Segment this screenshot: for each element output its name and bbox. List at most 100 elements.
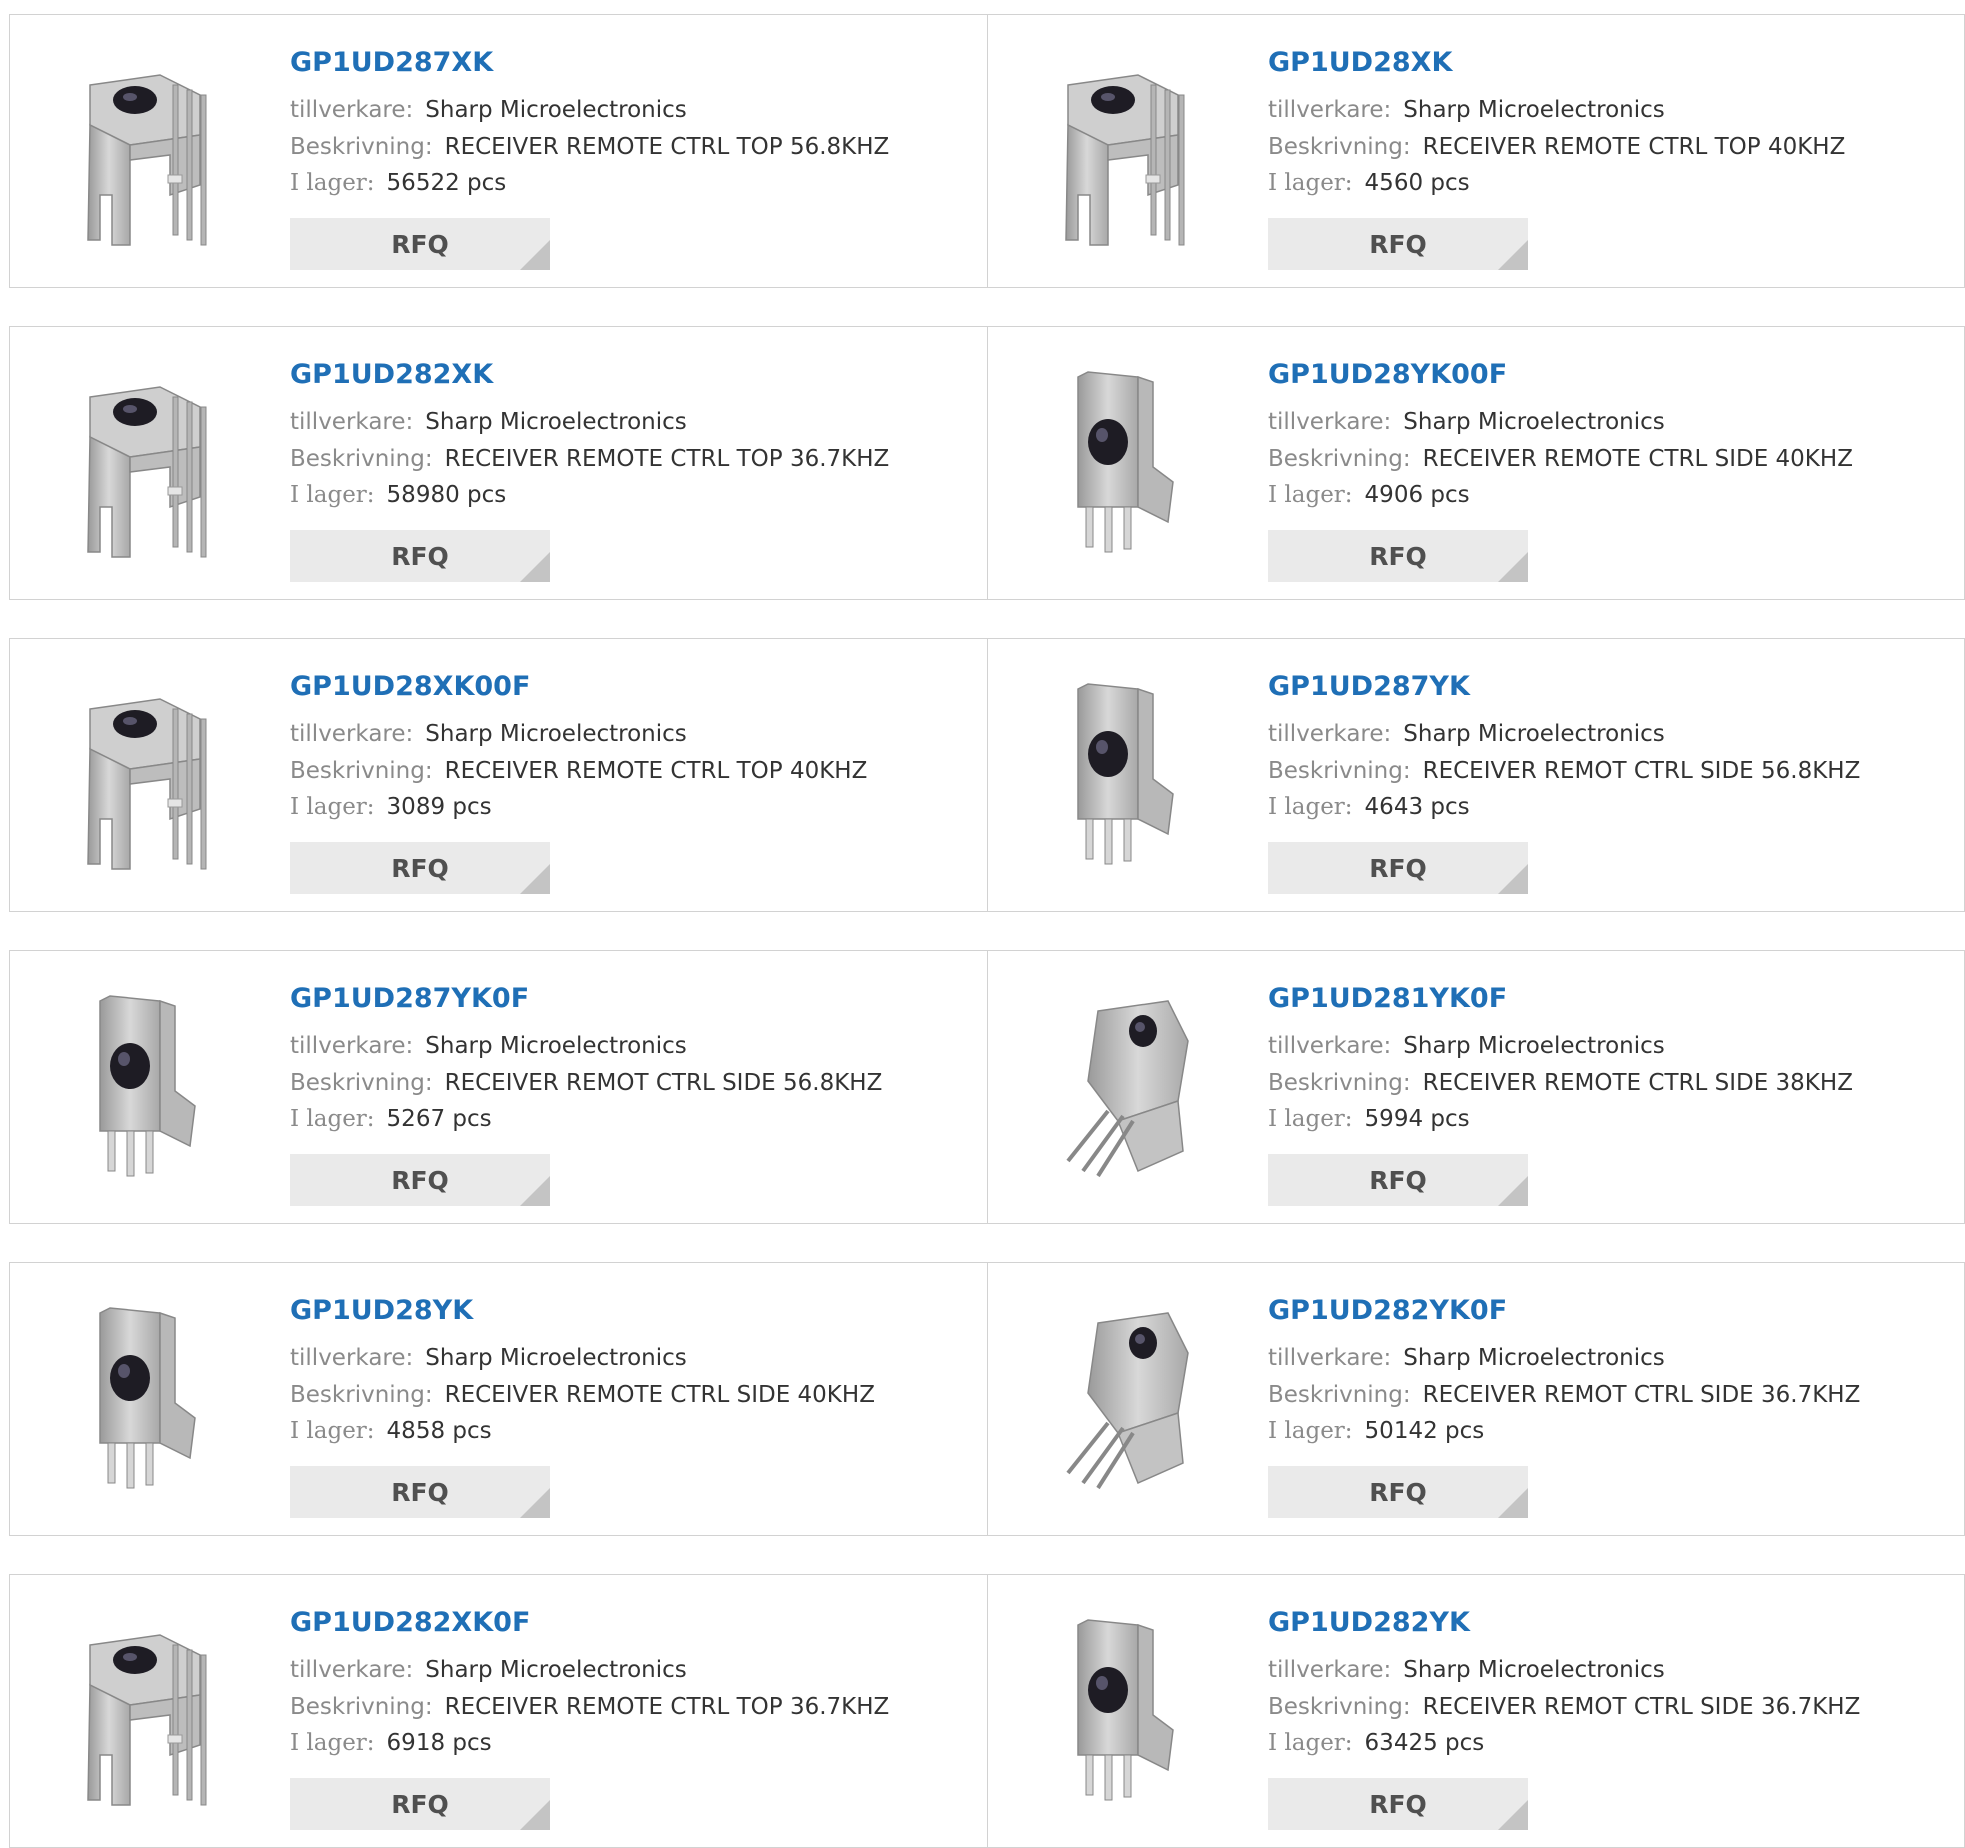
product-part-link[interactable]: GP1UD282XK <box>290 359 493 390</box>
product-part-link[interactable]: GP1UD28XK <box>1268 47 1452 78</box>
product-image[interactable] <box>50 669 250 874</box>
product-image[interactable] <box>50 357 250 562</box>
manufacturer-line: tillverkare: Sharp Microelectronics <box>1268 1033 1665 1059</box>
manufacturer-value: Sharp Microelectronics <box>1403 97 1665 123</box>
manufacturer-value: Sharp Microelectronics <box>425 721 687 747</box>
product-card: GP1UD28YK00F tillverkare: Sharp Microelect… <box>987 327 1965 599</box>
description-line: Beskrivning: RECEIVER REMOT CTRL SIDE 56.… <box>1268 758 1860 784</box>
rfq-button[interactable]: RFQ <box>290 842 550 894</box>
description-label: Beskrivning: <box>1268 1382 1411 1408</box>
product-card: GP1UD28XK tillverkare: Sharp Microelectron… <box>987 15 1965 287</box>
product-card: GP1UD28YK tillverkare: Sharp Microelectron… <box>10 1263 987 1535</box>
description-line: Beskrivning: RECEIVER REMOTE CTRL TOP 36.… <box>290 446 889 472</box>
manufacturer-line: tillverkare: Sharp Microelectronics <box>290 721 687 747</box>
description-label: Beskrivning: <box>290 446 433 472</box>
corner-triangle-icon <box>1498 1176 1528 1206</box>
stock-label: I lager: <box>290 1730 375 1756</box>
rfq-label: RFQ <box>391 854 449 883</box>
corner-triangle-icon <box>1498 864 1528 894</box>
stock-value: 4560 pcs <box>1364 170 1470 196</box>
description-value: RECEIVER REMOTE CTRL SIDE 40KHZ <box>444 1382 875 1408</box>
description-label: Beskrivning: <box>290 1070 433 1096</box>
stock-line: I lager: 58980 pcs <box>290 482 506 508</box>
product-part-link[interactable]: GP1UD287XK <box>290 47 493 78</box>
rfq-label: RFQ <box>391 1166 449 1195</box>
product-part-link[interactable]: GP1UD287YK0F <box>290 983 529 1014</box>
stock-value: 5267 pcs <box>386 1106 492 1132</box>
manufacturer-value: Sharp Microelectronics <box>1403 1033 1665 1059</box>
product-part-link[interactable]: GP1UD282YK0F <box>1268 1295 1507 1326</box>
rfq-button[interactable]: RFQ <box>290 530 550 582</box>
product-part-link[interactable]: GP1UD282YK <box>1268 1607 1470 1638</box>
stock-value: 4858 pcs <box>386 1418 492 1444</box>
corner-triangle-icon <box>520 1800 550 1830</box>
stock-value: 58980 pcs <box>386 482 507 508</box>
product-image[interactable] <box>50 1605 250 1810</box>
product-image[interactable] <box>50 981 250 1186</box>
product-image[interactable] <box>1028 1605 1228 1810</box>
rfq-button[interactable]: RFQ <box>290 1154 550 1206</box>
description-value: RECEIVER REMOT CTRL SIDE 36.7KHZ <box>1422 1382 1861 1408</box>
manufacturer-label: tillverkare: <box>1268 1345 1392 1371</box>
stock-value: 5994 pcs <box>1364 1106 1470 1132</box>
description-value: RECEIVER REMOTE CTRL TOP 40KHZ <box>1422 134 1846 160</box>
manufacturer-label: tillverkare: <box>1268 1033 1392 1059</box>
product-image[interactable] <box>1028 45 1228 250</box>
description-value: RECEIVER REMOT CTRL SIDE 56.8KHZ <box>1422 758 1861 784</box>
rfq-button[interactable]: RFQ <box>1268 1154 1528 1206</box>
product-card: GP1UD282XK0F tillverkare: Sharp Microelect… <box>10 1575 987 1847</box>
product-image[interactable] <box>1028 981 1228 1186</box>
description-label: Beskrivning: <box>1268 758 1411 784</box>
manufacturer-value: Sharp Microelectronics <box>425 97 687 123</box>
manufacturer-label: tillverkare: <box>290 1345 414 1371</box>
product-part-link[interactable]: GP1UD28YK00F <box>1268 359 1507 390</box>
description-label: Beskrivning: <box>290 134 433 160</box>
manufacturer-line: tillverkare: Sharp Microelectronics <box>1268 1345 1665 1371</box>
rfq-button[interactable]: RFQ <box>290 1778 550 1830</box>
manufacturer-line: tillverkare: Sharp Microelectronics <box>290 1345 687 1371</box>
description-line: Beskrivning: RECEIVER REMOTE CTRL SIDE 38… <box>1268 1070 1853 1096</box>
description-line: Beskrivning: RECEIVER REMOTE CTRL TOP 40K… <box>290 758 867 784</box>
stock-value: 63425 pcs <box>1364 1730 1485 1756</box>
description-line: Beskrivning: RECEIVER REMOT CTRL SIDE 56.… <box>290 1070 882 1096</box>
manufacturer-line: tillverkare: Sharp Microelectronics <box>290 1033 687 1059</box>
product-card: GP1UD281YK0F tillverkare: Sharp Microelect… <box>987 951 1965 1223</box>
description-line: Beskrivning: RECEIVER REMOT CTRL SIDE 36.… <box>1268 1382 1860 1408</box>
corner-triangle-icon <box>520 864 550 894</box>
rfq-label: RFQ <box>391 1478 449 1507</box>
product-part-link[interactable]: GP1UD287YK <box>1268 671 1470 702</box>
description-label: Beskrivning: <box>290 758 433 784</box>
product-part-link[interactable]: GP1UD282XK0F <box>290 1607 530 1638</box>
product-part-link[interactable]: GP1UD28YK <box>290 1295 473 1326</box>
product-image[interactable] <box>1028 357 1228 562</box>
rfq-button[interactable]: RFQ <box>1268 1778 1528 1830</box>
product-card: GP1UD28XK00F tillverkare: Sharp Microelect… <box>10 639 987 911</box>
product-image[interactable] <box>50 1293 250 1498</box>
description-line: Beskrivning: RECEIVER REMOT CTRL SIDE 36.… <box>1268 1694 1860 1720</box>
rfq-label: RFQ <box>1369 230 1427 259</box>
rfq-button[interactable]: RFQ <box>290 1466 550 1518</box>
rfq-button[interactable]: RFQ <box>1268 530 1528 582</box>
rfq-button[interactable]: RFQ <box>1268 218 1528 270</box>
stock-label: I lager: <box>290 482 375 508</box>
description-label: Beskrivning: <box>1268 1070 1411 1096</box>
rfq-button[interactable]: RFQ <box>1268 842 1528 894</box>
corner-triangle-icon <box>1498 1488 1528 1518</box>
stock-line: I lager: 5994 pcs <box>1268 1106 1470 1132</box>
product-image[interactable] <box>50 45 250 250</box>
rfq-button[interactable]: RFQ <box>1268 1466 1528 1518</box>
rfq-button[interactable]: RFQ <box>290 218 550 270</box>
rfq-label: RFQ <box>1369 1166 1427 1195</box>
product-image[interactable] <box>1028 669 1228 874</box>
stock-line: I lager: 4643 pcs <box>1268 794 1470 820</box>
rfq-label: RFQ <box>1369 542 1427 571</box>
product-image[interactable] <box>1028 1293 1228 1498</box>
stock-line: I lager: 4906 pcs <box>1268 482 1470 508</box>
product-part-link[interactable]: GP1UD281YK0F <box>1268 983 1507 1014</box>
product-card: GP1UD282YK0F tillverkare: Sharp Microelect… <box>987 1263 1965 1535</box>
description-label: Beskrivning: <box>1268 446 1411 472</box>
corner-triangle-icon <box>520 240 550 270</box>
description-value: RECEIVER REMOT CTRL SIDE 36.7KHZ <box>1422 1694 1861 1720</box>
product-part-link[interactable]: GP1UD28XK00F <box>290 671 530 702</box>
manufacturer-line: tillverkare: Sharp Microelectronics <box>1268 1657 1665 1683</box>
